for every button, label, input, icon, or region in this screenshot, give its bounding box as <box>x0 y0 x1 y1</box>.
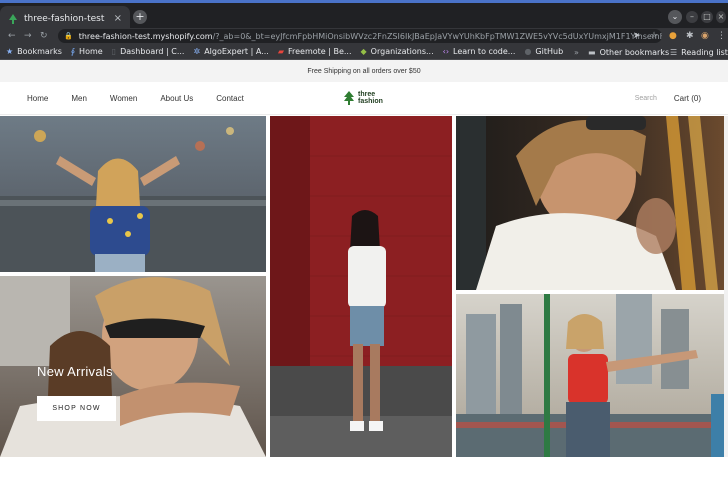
page-icon: ▯ <box>111 47 117 56</box>
nav-contact[interactable]: Contact <box>216 94 244 103</box>
shop-now-label: SHOP NOW <box>52 405 101 412</box>
tab-title: three-fashion-test <box>24 13 105 24</box>
url-path: /?_ab=0&_bt=eyJfcmFpbHMiOnsibWVzc2FnZSI6… <box>212 31 662 41</box>
store-logo[interactable]: three fashion <box>343 91 383 105</box>
bookmark-star-icon[interactable]: ☆ <box>650 30 658 42</box>
bookmark-icon: ∮ <box>70 47 76 56</box>
hero-title: New Arrivals <box>37 364 113 379</box>
hero-image-woman-pointing <box>456 294 724 457</box>
tab-search-icon[interactable]: ⌄ <box>668 10 682 24</box>
extensions-puzzle-icon[interactable]: ✱ <box>686 30 694 42</box>
reading-list[interactable]: ☰ Reading list <box>670 44 728 60</box>
announcement-bar: Free Shipping on all orders over $50 <box>0 60 728 82</box>
bookmark-label: Freemote | Be... <box>287 47 352 56</box>
hero-caption: New Arrivals <box>37 364 113 379</box>
bookmark-learn-to-code[interactable]: ‹› Learn to code... <box>443 47 516 56</box>
share-icon[interactable]: ➤ <box>633 30 641 42</box>
reload-icon[interactable]: ↻ <box>40 29 48 43</box>
bookmark-freemote[interactable]: ▰ Freemote | Be... <box>278 47 352 56</box>
bookmark-label: AlgoExpert | A... <box>204 47 269 56</box>
back-icon[interactable]: ← <box>8 29 16 43</box>
nav-home[interactable]: Home <box>27 94 48 103</box>
lock-icon: 🔒 <box>64 32 73 40</box>
browser-menu-icon[interactable]: ⋮ <box>717 30 726 42</box>
folder-icon: ▬ <box>588 47 596 57</box>
reading-list-label: Reading list <box>681 47 728 57</box>
nav-women[interactable]: Women <box>110 94 137 103</box>
nav-men[interactable]: Men <box>71 94 87 103</box>
nav-about-us[interactable]: About Us <box>160 94 193 103</box>
bookmark-organizations[interactable]: ◆ Organizations... <box>361 47 434 56</box>
minimize-icon[interactable]: – <box>686 11 698 23</box>
profile-avatar-icon[interactable]: ◉ <box>701 30 709 42</box>
logo-line-2: fashion <box>358 98 383 105</box>
logo-line-1: three <box>358 91 376 98</box>
maximize-icon[interactable]: □ <box>701 11 713 23</box>
close-window-icon[interactable]: × <box>716 11 726 23</box>
url-host: three-fashion-test.myshopify.com <box>78 31 213 41</box>
main-nav: Home Men Women About Us Contact <box>27 82 267 115</box>
page-scrollbar[interactable] <box>724 116 728 457</box>
browser-tabstrip: three-fashion-test × + ⌄ – □ × <box>0 0 728 31</box>
bookmark-algoexpert[interactable]: ✲ AlgoExpert | A... <box>193 47 268 56</box>
other-bookmarks-label: Other bookmarks <box>599 47 670 57</box>
site-header: Home Men Women About Us Contact three fa… <box>0 82 728 115</box>
shopify-favicon-icon <box>9 13 17 24</box>
bookmarks-overflow-icon[interactable]: » <box>574 44 579 60</box>
bookmark-label: Bookmarks <box>17 47 62 56</box>
new-tab-button[interactable]: + <box>133 10 147 24</box>
bookmark-dashboard[interactable]: ▯ Dashboard | C... <box>112 47 185 56</box>
github-icon: ● <box>524 47 532 56</box>
announcement-text: Free Shipping on all orders over $50 <box>307 67 421 75</box>
hero-image-woman-rooftop <box>0 116 266 272</box>
reading-list-icon: ☰ <box>670 47 678 57</box>
bookmark-home[interactable]: ∮ Home <box>71 47 103 56</box>
algoexpert-icon: ✲ <box>193 47 201 56</box>
bookmark-label: Home <box>79 47 103 56</box>
shop-now-button[interactable]: SHOP NOW <box>37 396 116 421</box>
bookmark-bookmarks[interactable]: ★ Bookmarks <box>6 47 62 56</box>
tree-logo-icon <box>344 91 354 105</box>
bookmark-label: Learn to code... <box>453 47 516 56</box>
hero-image-man-sunglasses <box>456 116 724 290</box>
search-link[interactable]: Search <box>635 95 657 102</box>
bookmarks-bar: ★ Bookmarks ∮ Home ▯ Dashboard | C... ✲ … <box>0 44 728 60</box>
address-bar[interactable]: 🔒 three-fashion-test.myshopify.com /?_ab… <box>58 29 662 43</box>
browser-toolbar: ← → ↻ 🔒 three-fashion-test.myshopify.com… <box>0 28 728 44</box>
forward-icon[interactable]: → <box>24 29 32 43</box>
shopify-icon: ◆ <box>360 47 367 56</box>
star-icon: ★ <box>6 47 14 56</box>
other-bookmarks[interactable]: ▬ Other bookmarks <box>588 44 669 60</box>
bookmark-label: Dashboard | C... <box>120 47 185 56</box>
bookmark-github[interactable]: ● GitHub <box>524 47 563 56</box>
hero-image-woman-red-wall <box>270 116 452 457</box>
tab-close-icon[interactable]: × <box>114 13 122 24</box>
code-icon: ‹› <box>442 47 450 56</box>
extension-icon[interactable]: ● <box>669 30 677 42</box>
cart-link[interactable]: Cart (0) <box>674 94 701 103</box>
bookmark-label: Organizations... <box>370 47 434 56</box>
bookmark-label: GitHub <box>535 47 564 56</box>
freemote-icon: ▰ <box>277 47 284 56</box>
